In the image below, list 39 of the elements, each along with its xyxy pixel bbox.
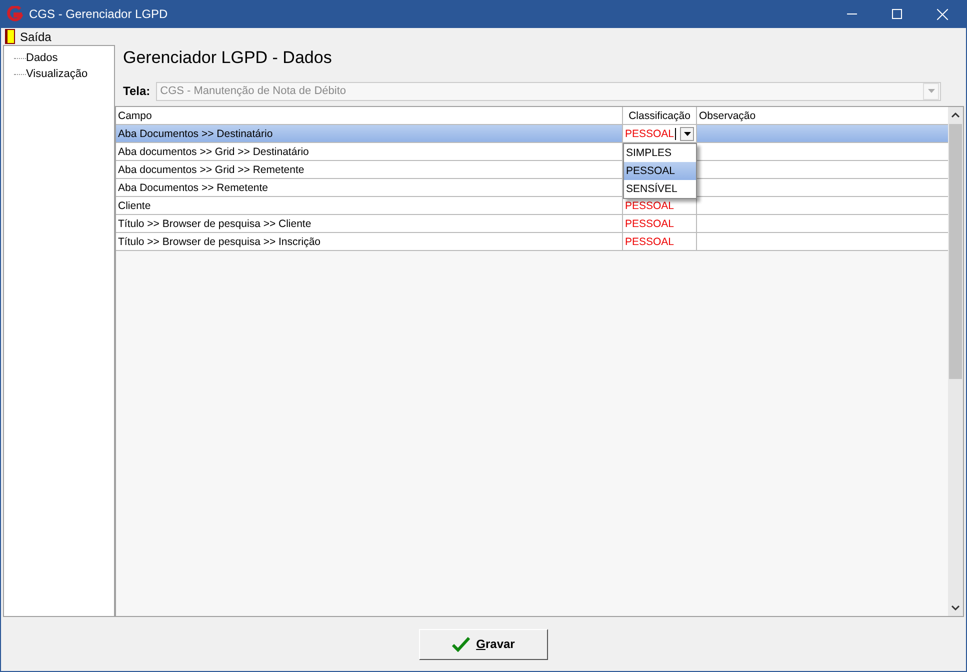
table-cell: PESSOAL [625, 200, 674, 212]
app-logo-icon [7, 6, 23, 22]
scrollbar[interactable] [948, 107, 963, 616]
dropdown-option[interactable]: SIMPLES [624, 144, 696, 162]
table-cell: PESSOAL [625, 128, 676, 140]
table-cell: Título >> Browser de pesquisa >> Cliente [118, 218, 312, 230]
table-cell: Cliente [118, 200, 151, 212]
tree-item[interactable]: Dados [26, 52, 58, 64]
dropdown-option[interactable]: SENSÍVEL [624, 180, 696, 198]
table-cell: PESSOAL [625, 236, 674, 248]
page-heading: Gerenciador LGPD - Dados [122, 47, 333, 69]
table-row[interactable]: Título >> Browser de pesquisa >> Inscrição PESSOAL [116, 233, 948, 251]
table-cell: Aba Documentos >> Remetente [118, 182, 268, 194]
screen-label: Tela: [123, 84, 150, 98]
column-header[interactable]: Classificação [623, 107, 697, 124]
table-cell: PESSOAL [625, 218, 674, 230]
table-row[interactable]: Aba Documentos >> Destinatário PESSOAL [116, 125, 948, 143]
window-title: CGS - Gerenciador LGPD [29, 7, 168, 21]
door-icon [5, 29, 15, 44]
dropdown-option[interactable]: PESSOAL [624, 162, 696, 180]
menu-item[interactable]: Saída [5, 29, 52, 44]
save-button[interactable]: Gravar [419, 628, 548, 660]
table-cell: Aba Documentos >> Destinatário [118, 128, 273, 140]
table-row[interactable]: Cliente PESSOAL [116, 197, 948, 215]
caret-icon [928, 89, 934, 93]
checkmark-icon [452, 636, 470, 652]
maximize-icon[interactable] [892, 9, 902, 19]
column-header[interactable]: Campo [116, 107, 623, 124]
tree-item[interactable]: Visualização [26, 68, 88, 80]
table-cell: Aba documentos >> Grid >> Destinatário [118, 146, 309, 158]
close-icon[interactable] [937, 8, 948, 20]
scroll-up-icon[interactable] [951, 112, 960, 118]
dropdown-button[interactable] [680, 126, 694, 140]
column-header[interactable]: Observação [697, 107, 948, 124]
scroll-down-icon[interactable] [951, 605, 960, 611]
table-row[interactable]: Título >> Browser de pesquisa >> Cliente PESSOAL [116, 215, 948, 233]
caret-icon [684, 132, 690, 136]
table-cell: Aba documentos >> Grid >> Remetente [118, 164, 304, 176]
table-cell: Título >> Browser de pesquisa >> Inscrição [118, 236, 321, 248]
